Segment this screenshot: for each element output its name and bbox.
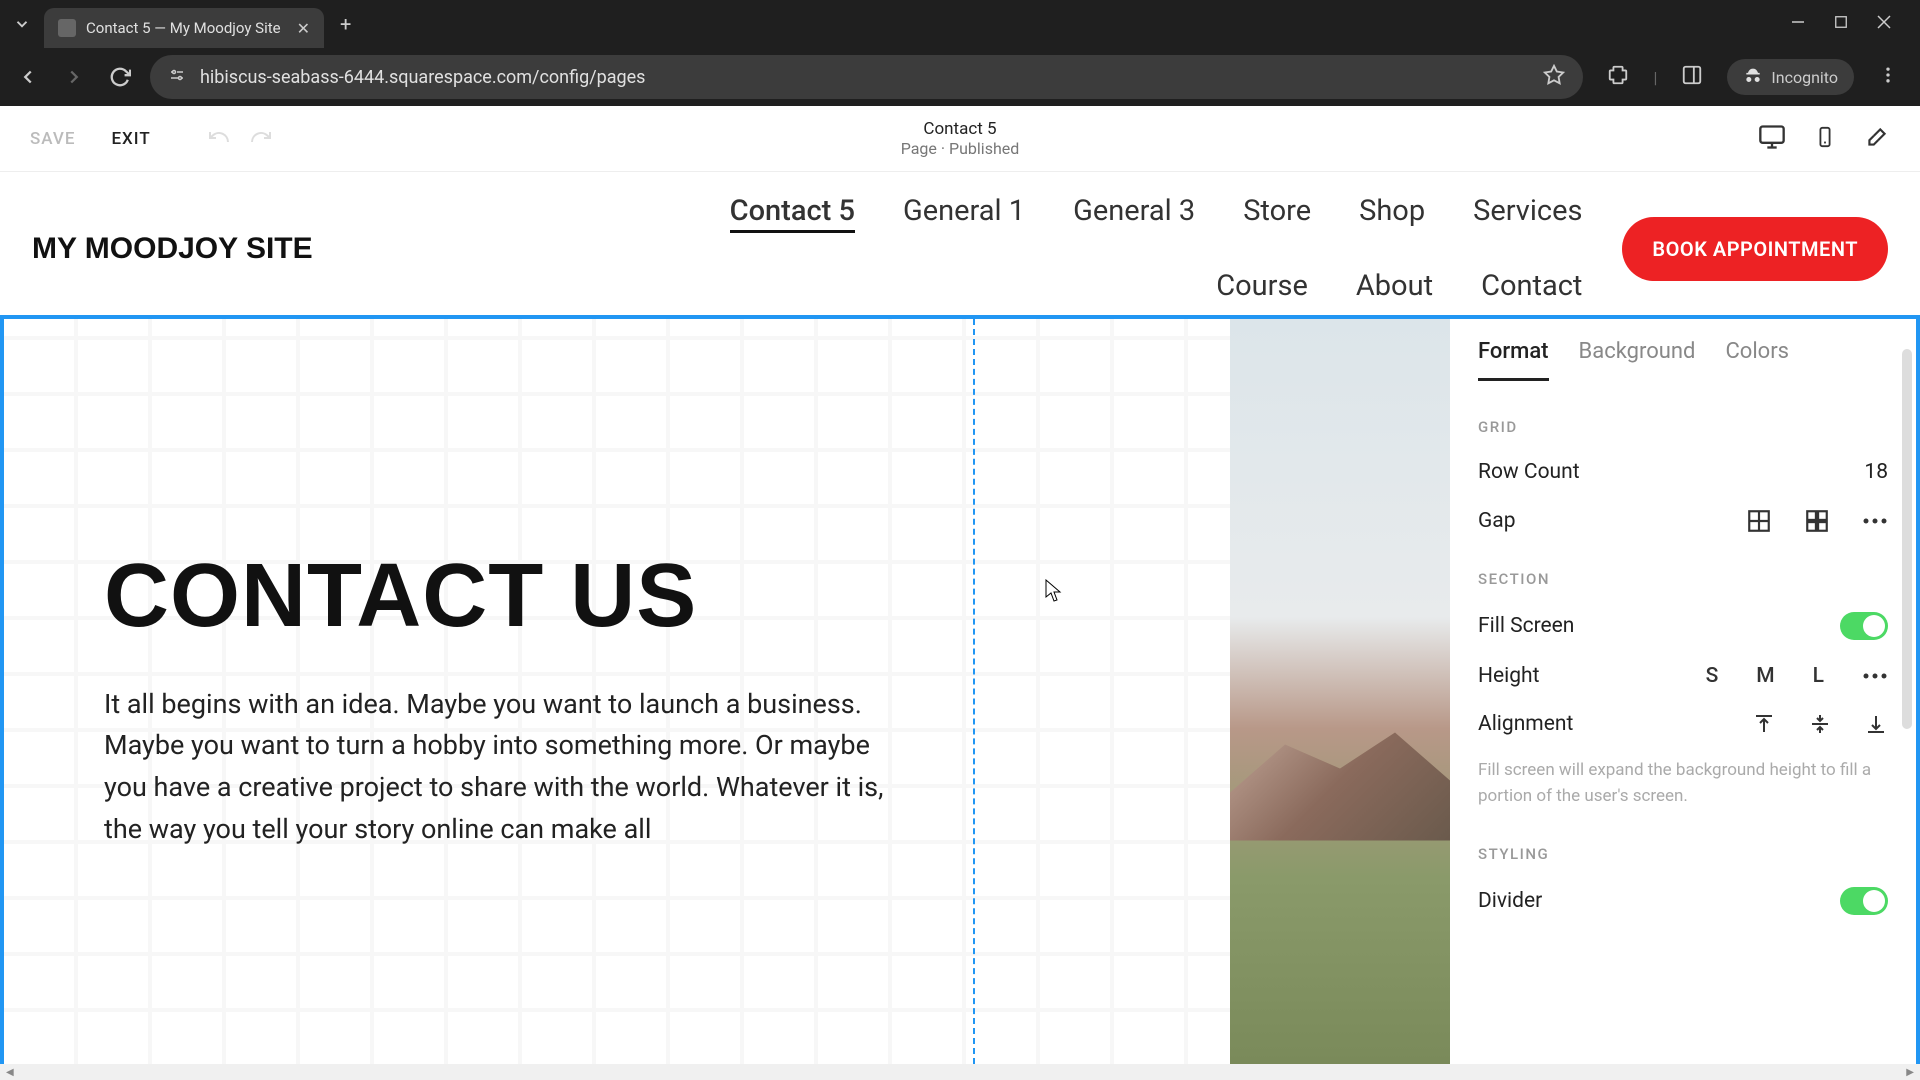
undo-button[interactable] [207,125,231,153]
tab-favicon [58,19,76,37]
menu-icon[interactable] [1878,65,1898,89]
panel-tab-background[interactable]: Background [1579,339,1696,381]
fill-screen-toggle[interactable] [1840,612,1888,640]
redo-button[interactable] [249,125,273,153]
tab-strip: Contact 5 — My Moodjoy Site ✕ + [0,0,1920,48]
tab-close-icon[interactable]: ✕ [297,19,310,38]
nav-link-shop[interactable]: Shop [1359,194,1425,233]
nav-link-store[interactable]: Store [1243,194,1311,233]
panel-tab-colors[interactable]: Colors [1725,339,1789,381]
maximize-icon[interactable] [1834,14,1848,34]
divider-toggle[interactable] [1840,887,1888,915]
scroll-right-icon[interactable]: ▶ [1906,1067,1914,1078]
row-count-label: Row Count [1478,460,1580,484]
incognito-icon [1743,67,1763,87]
incognito-badge[interactable]: Incognito [1727,59,1854,95]
minimize-icon[interactable] [1790,14,1806,34]
divider-label: Divider [1478,889,1542,913]
styling-section-label: STYLING [1478,845,1888,863]
grid-section-label: GRID [1478,418,1888,436]
page-name: Contact 5 [901,119,1020,139]
hero-image[interactable] [1230,319,1450,1064]
height-label: Height [1478,664,1539,688]
new-tab-button[interactable]: + [332,8,359,40]
fill-screen-label: Fill Screen [1478,614,1574,638]
window-controls [1790,14,1912,34]
browser-tab[interactable]: Contact 5 — My Moodjoy Site ✕ [44,8,324,48]
divider-row: Divider [1478,887,1888,915]
desktop-view-icon[interactable] [1758,123,1786,155]
back-button[interactable] [12,61,44,93]
url-text: hibiscus-seabass-6444.squarespace.com/co… [200,67,1529,88]
app-content: SAVE EXIT Contact 5 Page · Published MY … [0,106,1920,1080]
cursor-icon [1045,579,1063,608]
tab-search-dropdown[interactable] [8,10,36,38]
gap-tight-icon[interactable] [1746,508,1772,534]
row-count-row[interactable]: Row Count 18 [1478,460,1888,484]
fill-screen-help: Fill screen will expand the background h… [1478,758,1888,809]
alignment-row: Alignment [1478,712,1888,736]
gap-more-icon[interactable] [1862,517,1888,525]
tab-title: Contact 5 — My Moodjoy Site [86,19,287,37]
main-area: CONTACT US It all begins with an idea. M… [0,315,1920,1064]
forward-button[interactable] [58,61,90,93]
height-row: Height S M L [1478,664,1888,688]
nav-link-contact[interactable]: Contact [1481,269,1582,303]
align-bottom-icon[interactable] [1864,712,1888,736]
nav-link-general-3[interactable]: General 3 [1073,194,1195,233]
height-option-s[interactable]: S [1706,664,1719,688]
section-section-label: SECTION [1478,570,1888,588]
horizontal-scrollbar[interactable]: ◀ ▶ [0,1064,1920,1080]
mobile-view-icon[interactable] [1814,123,1836,155]
height-option-l[interactable]: L [1813,664,1824,688]
page-info: Contact 5 Page · Published [901,119,1020,158]
heading-text[interactable]: CONTACT US [104,549,884,644]
editor-canvas[interactable]: CONTACT US It all begins with an idea. M… [0,315,1450,1064]
scroll-left-icon[interactable]: ◀ [6,1067,14,1078]
format-panel: Format Background Colors GRID Row Count 18… [1450,315,1920,1064]
bookmark-icon[interactable] [1543,64,1565,90]
site-logo[interactable]: MY MOODJOY SITE [32,232,313,266]
incognito-label: Incognito [1771,68,1838,87]
panel-tabs: Format Background Colors [1478,319,1888,382]
exit-button[interactable]: EXIT [111,129,150,149]
browser-chrome: Contact 5 — My Moodjoy Site ✕ + hibiscus… [0,0,1920,106]
nav-link-general-1[interactable]: General 1 [903,194,1025,233]
close-icon[interactable] [1876,14,1892,34]
height-option-m[interactable]: M [1756,664,1774,688]
panel-tab-format[interactable]: Format [1478,339,1549,381]
gap-row: Gap [1478,508,1888,534]
browser-toolbar: hibiscus-seabass-6444.squarespace.com/co… [0,48,1920,106]
save-button[interactable]: SAVE [30,129,75,149]
toolbar-icons: | Incognito [1597,59,1908,95]
height-more-icon[interactable] [1862,672,1888,680]
style-brush-icon[interactable] [1864,124,1890,154]
align-middle-icon[interactable] [1808,712,1832,736]
book-appointment-button[interactable]: BOOK APPOINTMENT [1622,217,1888,281]
panel-scrollbar[interactable] [1902,349,1912,729]
nav-link-about[interactable]: About [1356,269,1433,303]
fill-screen-row: Fill Screen [1478,612,1888,640]
center-guide [973,319,975,1064]
content-block[interactable]: CONTACT US It all begins with an idea. M… [104,549,884,851]
alignment-label: Alignment [1478,712,1573,736]
site-settings-icon[interactable] [168,66,186,88]
extensions-icon[interactable] [1607,64,1629,90]
align-top-icon[interactable] [1752,712,1776,736]
reload-button[interactable] [104,61,136,93]
site-header: MY MOODJOY SITE Contact 5 General 1 Genera… [0,172,1920,315]
page-status: Page · Published [901,139,1020,158]
row-count-value[interactable]: 18 [1864,460,1888,484]
side-panel-icon[interactable] [1681,64,1703,90]
address-bar[interactable]: hibiscus-seabass-6444.squarespace.com/co… [150,55,1583,99]
site-nav: Contact 5 General 1 General 3 Store Shop Serv… [682,194,1582,303]
editor-bar: SAVE EXIT Contact 5 Page · Published [0,106,1920,172]
nav-link-services[interactable]: Services [1473,194,1582,233]
nav-link-contact-5[interactable]: Contact 5 [730,194,855,233]
gap-wide-icon[interactable] [1804,508,1830,534]
body-text[interactable]: It all begins with an idea. Maybe you wa… [104,684,884,851]
gap-label: Gap [1478,509,1516,533]
nav-link-course[interactable]: Course [1216,269,1308,303]
